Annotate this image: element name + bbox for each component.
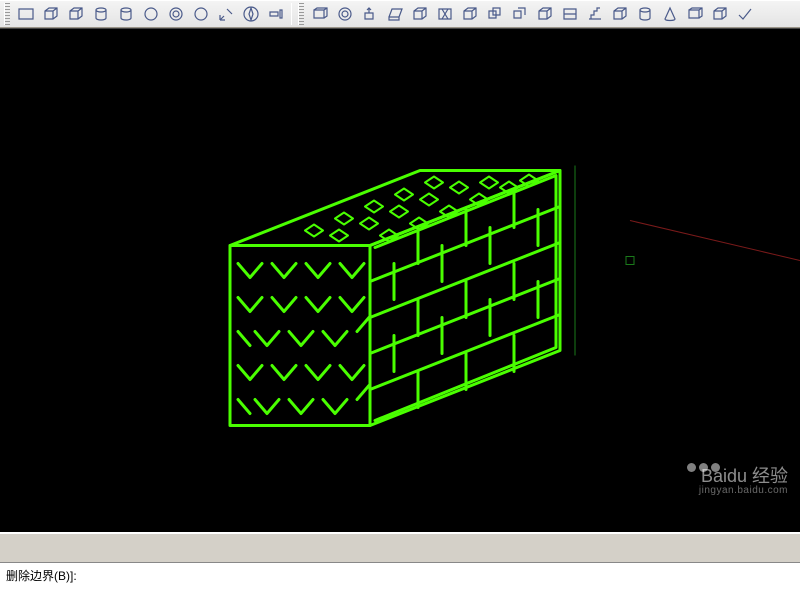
loft-icon[interactable] bbox=[458, 3, 481, 26]
union-icon[interactable] bbox=[483, 3, 506, 26]
ucs-icon[interactable] bbox=[214, 3, 237, 26]
circ1-icon[interactable] bbox=[139, 3, 162, 26]
circ3-icon[interactable] bbox=[189, 3, 212, 26]
hatch-right-brick bbox=[370, 192, 560, 408]
cad-canvas[interactable] bbox=[0, 29, 800, 532]
command-prompt-line: 删除边界(B)]: bbox=[6, 567, 794, 584]
compass-icon[interactable] bbox=[239, 3, 262, 26]
drawing-viewport[interactable]: Baidu 经验 jingyan.baidu.com bbox=[0, 28, 800, 532]
toolbar-separator bbox=[291, 3, 292, 25]
realistic-icon[interactable] bbox=[89, 3, 112, 26]
toolbar-grip[interactable] bbox=[4, 3, 10, 25]
toggle-icon[interactable] bbox=[264, 3, 287, 26]
extrude-icon[interactable] bbox=[383, 3, 406, 26]
cube-drawing[interactable] bbox=[230, 171, 560, 426]
hatch1-icon[interactable] bbox=[633, 3, 656, 26]
shell-icon[interactable] bbox=[708, 3, 731, 26]
status-bar-gap bbox=[0, 532, 800, 562]
check-icon[interactable] bbox=[733, 3, 756, 26]
section-icon[interactable] bbox=[583, 3, 606, 26]
sweep-icon[interactable] bbox=[408, 3, 431, 26]
imprint-icon[interactable] bbox=[608, 3, 631, 26]
revolve-icon[interactable] bbox=[433, 3, 456, 26]
axis-diagonal bbox=[630, 221, 800, 261]
presspull-icon[interactable] bbox=[358, 3, 381, 26]
axis-node[interactable] bbox=[626, 257, 634, 265]
wireframe-3d-icon[interactable] bbox=[39, 3, 62, 26]
circle-draw-icon[interactable] bbox=[333, 3, 356, 26]
intersect-icon[interactable] bbox=[533, 3, 556, 26]
toolbar-grip[interactable] bbox=[298, 3, 304, 25]
toolbar-view bbox=[0, 0, 800, 28]
box-icon[interactable] bbox=[308, 3, 331, 26]
hatch2-icon[interactable] bbox=[658, 3, 681, 26]
hatch-top-diamonds bbox=[305, 175, 538, 242]
separate-icon[interactable] bbox=[683, 3, 706, 26]
slice-icon[interactable] bbox=[558, 3, 581, 26]
hidden-icon[interactable] bbox=[64, 3, 87, 26]
circ2-icon[interactable] bbox=[164, 3, 187, 26]
hatch-front-checkmarks bbox=[238, 264, 369, 414]
wireframe-2d-icon[interactable] bbox=[14, 3, 37, 26]
conceptual-icon[interactable] bbox=[114, 3, 137, 26]
command-line-area[interactable]: 删除边界(B)]: bbox=[0, 562, 800, 600]
subtract-icon[interactable] bbox=[508, 3, 531, 26]
